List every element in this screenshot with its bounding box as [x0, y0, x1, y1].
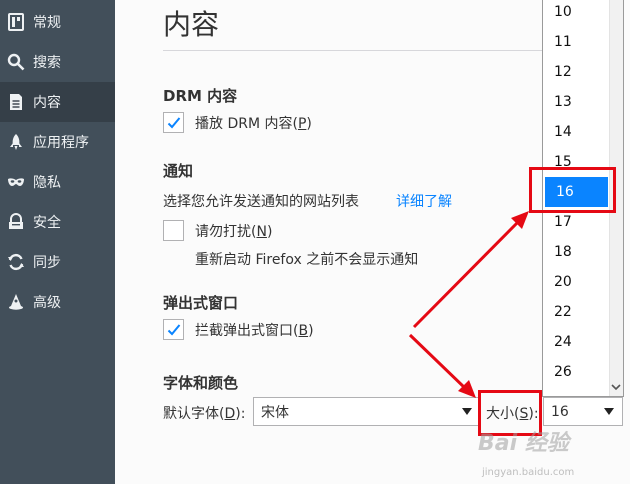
size-option[interactable]: 20	[543, 267, 609, 297]
size-option[interactable]: 11	[543, 27, 609, 57]
page-title: 内容	[163, 8, 220, 41]
learn-more-link[interactable]: 详细了解	[396, 191, 452, 211]
size-option[interactable]: 18	[543, 237, 609, 267]
sidebar: 常规 搜索 内容 应用程序 隐私 安全 同步 高级	[0, 0, 115, 484]
sidebar-item-label: 高级	[33, 295, 61, 311]
dnd-checkbox-label: 请勿打扰(N)	[195, 223, 273, 240]
size-value: 16	[551, 403, 569, 420]
title-divider	[163, 50, 543, 51]
applications-icon	[5, 131, 27, 153]
sidebar-item-label: 隐私	[33, 175, 61, 191]
popups-checkbox[interactable]	[163, 319, 184, 340]
fonts-heading: 字体和颜色	[163, 374, 239, 392]
sidebar-item-content[interactable]: 内容	[0, 82, 115, 122]
search-icon	[5, 51, 27, 73]
drm-checkbox-label: 播放 DRM 内容(P)	[195, 115, 312, 132]
popups-checkbox-label: 拦截弹出式窗口(B)	[195, 322, 314, 339]
sidebar-item-privacy[interactable]: 隐私	[0, 162, 115, 202]
size-option[interactable]: 12	[543, 57, 609, 87]
dnd-checkbox[interactable]	[163, 220, 184, 241]
sidebar-item-label: 安全	[33, 215, 61, 231]
size-option[interactable]: 22	[543, 297, 609, 327]
sidebar-item-advanced[interactable]: 高级	[0, 282, 115, 322]
dnd-note: 重新启动 Firefox 之前不会显示通知	[195, 252, 419, 268]
drm-checkbox[interactable]	[163, 112, 184, 133]
size-option[interactable]: 10	[543, 0, 609, 27]
scroll-down-arrow-icon[interactable]	[611, 382, 621, 392]
drm-checkbox-row[interactable]: 播放 DRM 内容(P)	[163, 112, 312, 133]
sync-icon	[5, 251, 27, 273]
watermark-url: jingyan.baidu.com	[482, 467, 575, 478]
checkmark-icon	[167, 323, 180, 335]
default-font-label: 默认字体(D):	[163, 406, 246, 422]
popups-heading: 弹出式窗口	[163, 294, 239, 312]
notifications-heading: 通知	[163, 162, 194, 180]
sidebar-item-search[interactable]: 搜索	[0, 42, 115, 82]
sidebar-item-label: 内容	[33, 95, 61, 111]
content-icon	[5, 91, 27, 113]
sidebar-item-label: 常规	[33, 15, 61, 31]
chevron-down-icon	[462, 408, 472, 415]
size-option[interactable]: 24	[543, 327, 609, 357]
watermark-logo: Bai 经验	[478, 431, 569, 456]
chevron-down-icon	[604, 408, 614, 415]
size-option[interactable]: 13	[543, 87, 609, 117]
popups-checkbox-row[interactable]: 拦截弹出式窗口(B)	[163, 319, 314, 340]
sidebar-item-label: 应用程序	[33, 135, 89, 151]
security-icon	[5, 211, 27, 233]
default-font-value: 宋体	[261, 404, 289, 421]
sidebar-item-security[interactable]: 安全	[0, 202, 115, 242]
size-option[interactable]: 14	[543, 117, 609, 147]
sidebar-item-applications[interactable]: 应用程序	[0, 122, 115, 162]
sidebar-item-sync[interactable]: 同步	[0, 242, 115, 282]
drm-heading: DRM 内容	[163, 87, 238, 105]
privacy-mask-icon	[5, 171, 27, 193]
sidebar-item-label: 同步	[33, 255, 61, 271]
notifications-description: 选择您允许发送通知的网站列表	[163, 194, 359, 210]
checkmark-icon	[167, 116, 180, 128]
default-font-select[interactable]: 宋体	[253, 397, 481, 426]
general-icon	[5, 11, 27, 33]
size-option[interactable]: 26	[543, 357, 609, 387]
sidebar-item-label: 搜索	[33, 55, 61, 71]
advanced-icon	[5, 291, 27, 313]
size-select[interactable]: 16	[543, 397, 623, 426]
dnd-checkbox-row[interactable]: 请勿打扰(N)	[163, 220, 272, 241]
highlight-box-option-16	[529, 167, 616, 213]
sidebar-item-general[interactable]: 常规	[0, 2, 115, 42]
